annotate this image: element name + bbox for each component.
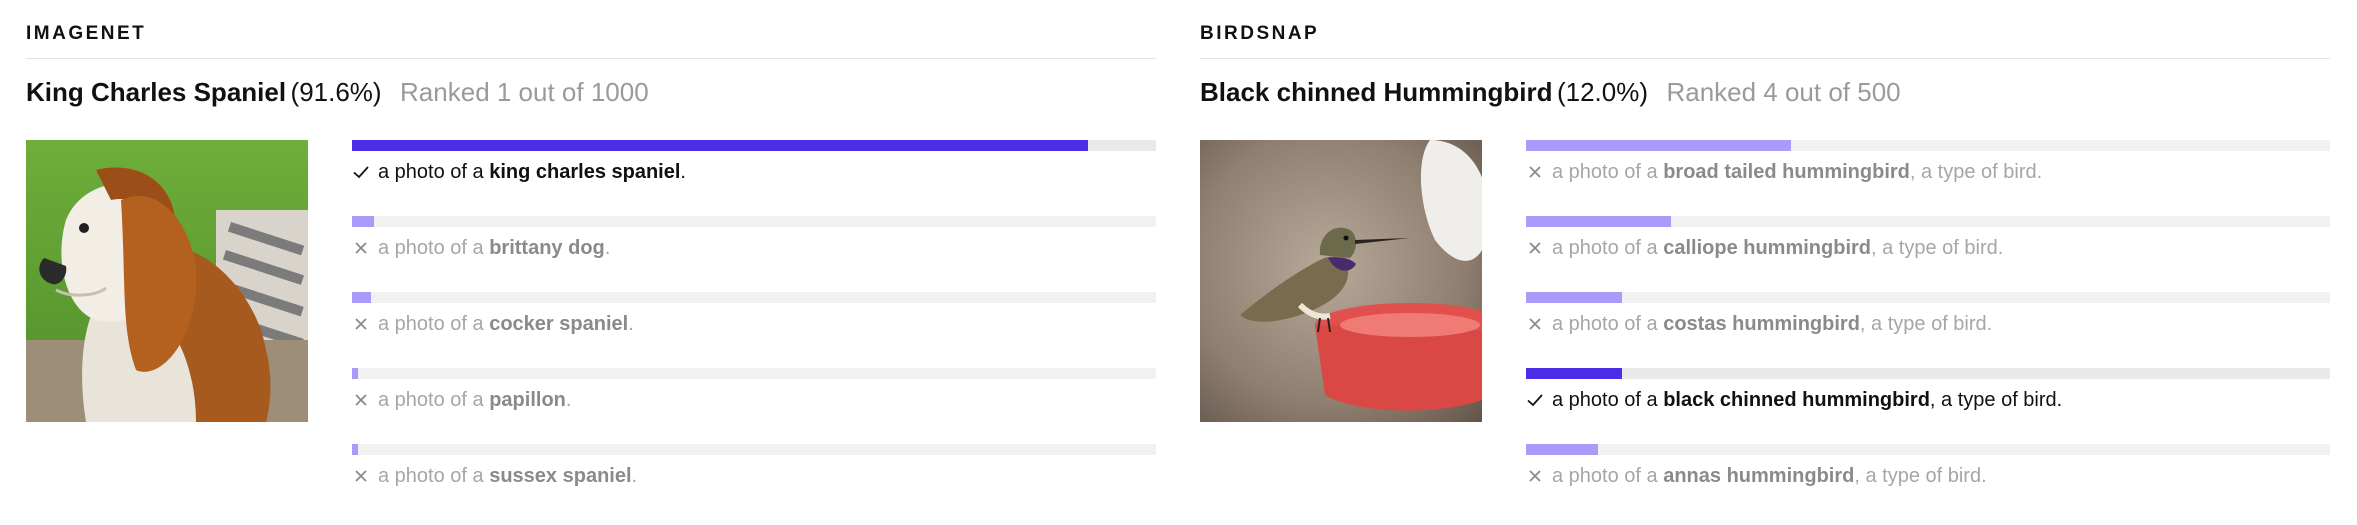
- prediction-suffix: , a type of bird.: [1854, 465, 1987, 487]
- cross-icon: [352, 391, 370, 409]
- prediction-row: a photo of a brittany dog.: [352, 216, 1156, 276]
- prediction-label: annas hummingbird: [1663, 465, 1855, 487]
- probability-track: [1526, 140, 2330, 151]
- prediction-suffix: .: [565, 389, 572, 411]
- prediction-prefix: a photo of a: [1552, 389, 1658, 411]
- dataset-name: IMAGENET: [26, 23, 147, 44]
- prediction-label: papillon: [489, 389, 566, 411]
- cross-icon: [1526, 315, 1544, 333]
- probability-track: [352, 292, 1156, 303]
- probability-bar: [1526, 140, 1791, 151]
- prediction-suffix: , a type of bird.: [1871, 237, 2004, 259]
- probability-bar: [1526, 444, 1598, 455]
- prediction-prefix: a photo of a: [378, 237, 484, 259]
- probability-track: [1526, 216, 2330, 227]
- prediction-suffix: .: [628, 313, 634, 335]
- prediction-label: brittany dog: [489, 237, 605, 259]
- result-summary: King Charles Spaniel (91.6%) Ranked 1 ou…: [26, 72, 649, 117]
- probability-track: [352, 444, 1156, 455]
- prediction-suffix: , a type of bird.: [1909, 161, 2043, 183]
- prediction-text: a photo of a papillon.: [352, 386, 571, 414]
- prediction-prefix: a photo of a: [1552, 161, 1658, 183]
- prediction-prefix: a photo of a: [378, 465, 484, 487]
- prediction-row: a photo of a black chinned hummingbird, …: [1526, 368, 2330, 428]
- prediction-label: king charles spaniel: [489, 161, 681, 183]
- hummingbird-photo: [1200, 140, 1482, 422]
- prediction-prefix: a photo of a: [1552, 237, 1658, 259]
- prediction-text: a photo of a broad tailed hummingbird, a…: [1526, 158, 2042, 186]
- probability-bar: [1526, 216, 1671, 227]
- prediction-row: a photo of a broad tailed hummingbird, a…: [1526, 140, 2330, 200]
- top-class-probability: (12.0%): [1556, 77, 1648, 107]
- cross-icon: [1526, 239, 1544, 257]
- prediction-row: a photo of a king charles spaniel.: [352, 140, 1156, 200]
- dataset-name: BIRDSNAP: [1200, 23, 1320, 44]
- probability-track: [352, 216, 1156, 227]
- prediction-row: a photo of a cocker spaniel.: [352, 292, 1156, 352]
- prediction-text: a photo of a king charles spaniel.: [352, 158, 686, 186]
- top-class-probability: (91.6%): [290, 77, 382, 107]
- result-summary: Black chinned Hummingbird (12.0%) Ranked…: [1200, 72, 1901, 117]
- probability-bar: [352, 140, 1088, 151]
- prediction-prefix: a photo of a: [1552, 313, 1658, 335]
- prediction-text: a photo of a sussex spaniel.: [352, 462, 637, 490]
- rank-text: Ranked 4 out of 500: [1666, 77, 1901, 107]
- probability-bar: [1526, 292, 1622, 303]
- prediction-text: a photo of a black chinned hummingbird, …: [1526, 386, 2062, 414]
- probability-track: [1526, 444, 2330, 455]
- prediction-label: calliope hummingbird: [1663, 237, 1872, 259]
- prediction-row: a photo of a sussex spaniel.: [352, 444, 1156, 504]
- cross-icon: [352, 239, 370, 257]
- prediction-suffix: , a type of bird.: [1859, 313, 1993, 335]
- prediction-text: a photo of a annas hummingbird, a type o…: [1526, 462, 1987, 490]
- probability-bar: [352, 368, 358, 379]
- prediction-prefix: a photo of a: [378, 161, 484, 183]
- probability-track: [1526, 292, 2330, 303]
- top-class-name: King Charles Spaniel: [26, 77, 287, 107]
- panel-header: IMAGENET: [26, 22, 1156, 59]
- prediction-label: black chinned hummingbird: [1663, 389, 1930, 411]
- prediction-suffix: .: [631, 465, 638, 487]
- check-icon: [352, 163, 370, 181]
- prediction-text: a photo of a brittany dog.: [352, 234, 610, 262]
- prediction-row: a photo of a annas hummingbird, a type o…: [1526, 444, 2330, 504]
- probability-track: [352, 140, 1156, 151]
- prediction-text: a photo of a calliope hummingbird, a typ…: [1526, 234, 2003, 262]
- prediction-suffix: .: [604, 237, 611, 259]
- prediction-row: a photo of a calliope hummingbird, a typ…: [1526, 216, 2330, 276]
- prediction-text: a photo of a costas hummingbird, a type …: [1526, 310, 1992, 338]
- prediction-prefix: a photo of a: [378, 313, 484, 335]
- prediction-label: costas hummingbird: [1663, 313, 1860, 335]
- birdsnap-panel: BIRDSNAP Black chinned Hummingbird (12.0…: [1200, 0, 2330, 525]
- cross-icon: [1526, 467, 1544, 485]
- cross-icon: [352, 467, 370, 485]
- prediction-label: cocker spaniel: [489, 313, 629, 335]
- probability-bar: [1526, 368, 1622, 379]
- check-icon: [1526, 391, 1544, 409]
- probability-track: [352, 368, 1156, 379]
- prediction-row: a photo of a papillon.: [352, 368, 1156, 428]
- probability-bar: [352, 216, 374, 227]
- cross-icon: [352, 315, 370, 333]
- cross-icon: [1526, 163, 1544, 181]
- probability-track: [1526, 368, 2330, 379]
- prediction-prefix: a photo of a: [378, 389, 484, 411]
- dog-photo: [26, 140, 308, 422]
- imagenet-panel: IMAGENET King Charles Spaniel (91.6%) Ra…: [26, 0, 1156, 525]
- prediction-suffix: .: [680, 161, 686, 183]
- top-class-name: Black chinned Hummingbird: [1200, 77, 1553, 107]
- rank-text: Ranked 1 out of 1000: [400, 77, 649, 107]
- prediction-prefix: a photo of a: [1552, 465, 1658, 487]
- prediction-text: a photo of a cocker spaniel.: [352, 310, 634, 338]
- prediction-suffix: , a type of bird.: [1929, 389, 2063, 411]
- probability-bar: [352, 292, 371, 303]
- prediction-label: sussex spaniel: [489, 465, 632, 487]
- prediction-label: broad tailed hummingbird: [1663, 161, 1910, 183]
- prediction-row: a photo of a costas hummingbird, a type …: [1526, 292, 2330, 352]
- probability-bar: [352, 444, 358, 455]
- panel-header: BIRDSNAP: [1200, 22, 2330, 59]
